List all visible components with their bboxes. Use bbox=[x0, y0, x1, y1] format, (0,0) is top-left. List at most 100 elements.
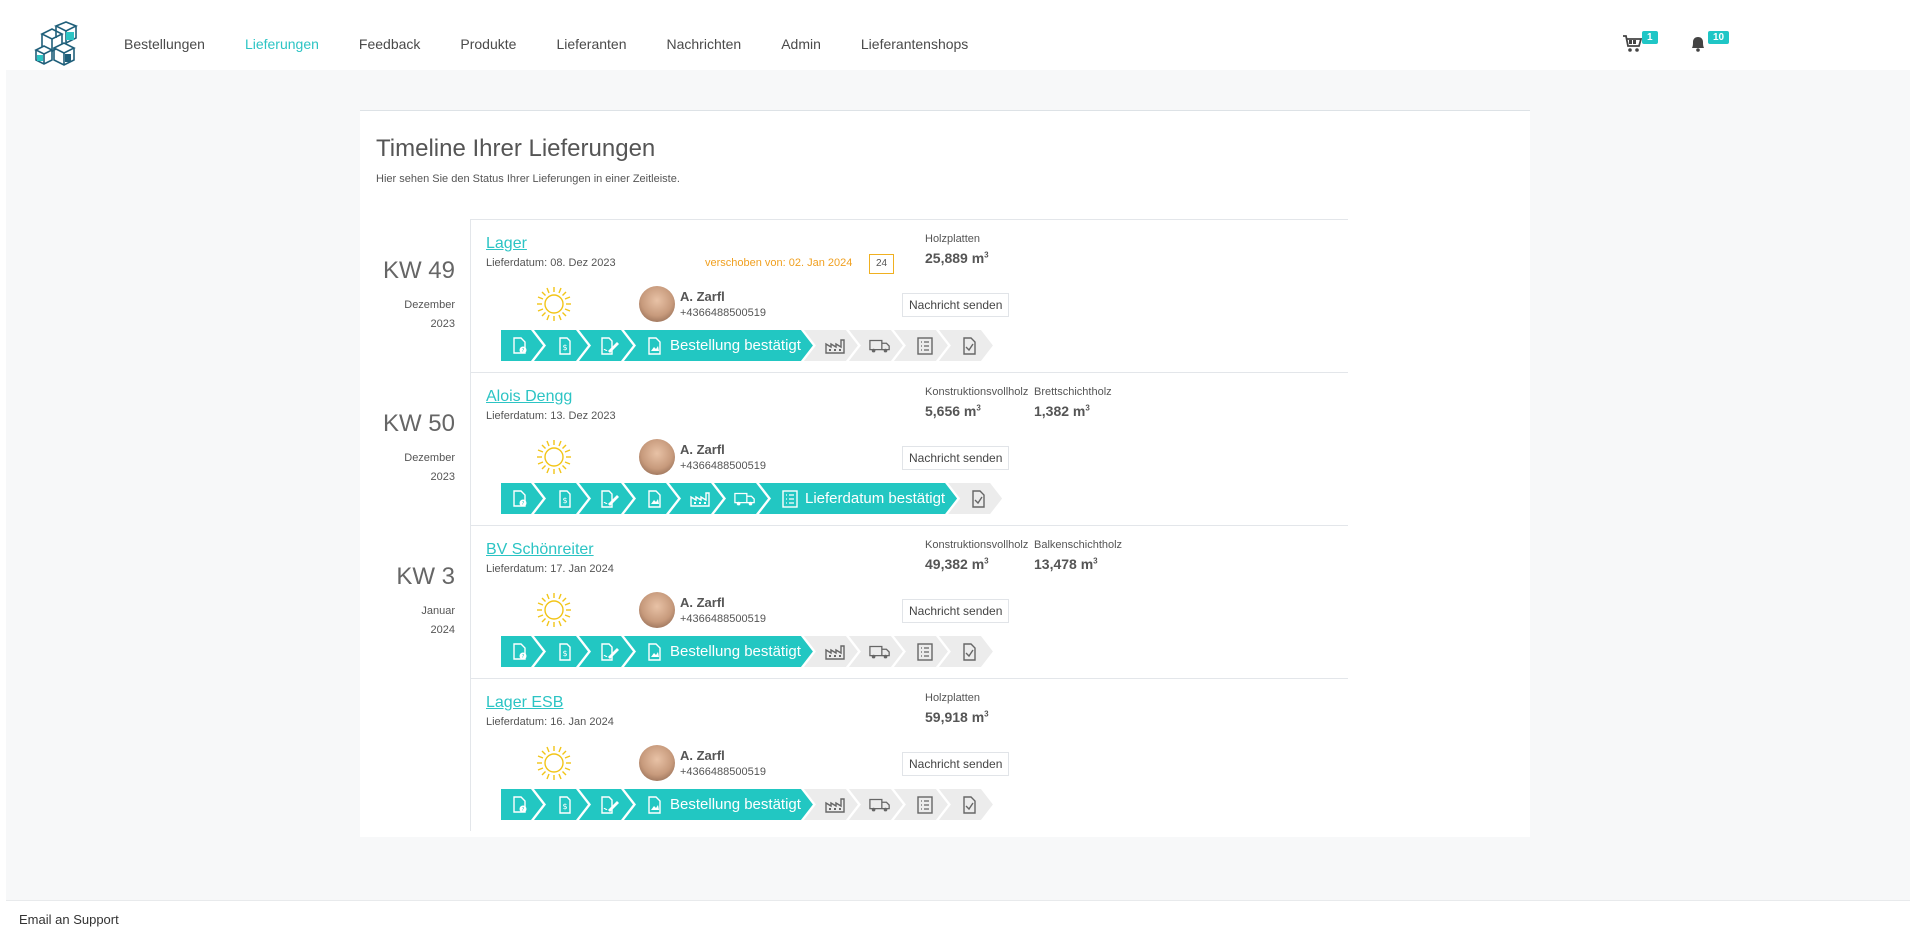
shift-week-badge: 24 bbox=[869, 254, 894, 274]
contact-name: A. Zarfl bbox=[680, 442, 725, 457]
product-volume: 13,478 m3 bbox=[1034, 556, 1098, 572]
product-name: Konstruktionsvollholz bbox=[925, 539, 1029, 551]
delivery-row: KW 50 Dezember 2023 Alois Dengg Lieferda… bbox=[360, 372, 1530, 525]
product-block: Balkenschichtholz 13,478 m3 bbox=[1034, 539, 1122, 572]
delivery-site-link[interactable]: Lager bbox=[486, 235, 527, 253]
document-check-icon bbox=[959, 642, 981, 662]
nav-lieferanten[interactable]: Lieferanten bbox=[556, 36, 626, 52]
factory-icon bbox=[824, 795, 846, 815]
timeline-panel: Timeline Ihrer Lieferungen Hier sehen Si… bbox=[360, 110, 1530, 837]
status-step[interactable]: Bestellung bestätigt bbox=[624, 636, 813, 667]
nav-produkte[interactable]: Produkte bbox=[460, 36, 516, 52]
product-volume: 5,656 m3 bbox=[925, 403, 981, 419]
calendar-week: KW 50 bbox=[382, 410, 455, 437]
main-nav: Bestellungen Lieferungen Feedback Produk… bbox=[124, 36, 1008, 52]
document-question-icon: ? bbox=[509, 336, 531, 356]
checklist-icon bbox=[914, 336, 936, 356]
document-sign-icon bbox=[599, 489, 621, 509]
svg-text:?: ? bbox=[522, 807, 525, 813]
sun-weather-icon bbox=[537, 287, 571, 321]
status-step[interactable]: Lieferdatum bestätigt bbox=[759, 483, 957, 514]
status-steps: ? $ Bestellung bestätigt bbox=[501, 636, 984, 667]
week-year: 2023 bbox=[430, 471, 455, 483]
status-step[interactable]: ? bbox=[501, 330, 543, 361]
status-steps: ? $ Lieferdatum bestätigt bbox=[501, 483, 993, 514]
delivery-date: Lieferdatum: 13. Dez 2023 bbox=[486, 410, 616, 422]
email-support-link[interactable]: Email an Support bbox=[19, 912, 119, 927]
document-price-icon: $ bbox=[554, 336, 576, 356]
delivery-row: KW 3 Januar 2024 BV Schönreiter Lieferda… bbox=[360, 525, 1530, 678]
status-step-label: Lieferdatum bestätigt bbox=[805, 490, 946, 507]
product-block: Konstruktionsvollholz 49,382 m3 bbox=[925, 539, 1028, 572]
avatar bbox=[639, 286, 675, 322]
nav-lieferungen[interactable]: Lieferungen bbox=[245, 36, 319, 52]
nav-feedback[interactable]: Feedback bbox=[359, 36, 420, 52]
product-volume: 25,889 m3 bbox=[925, 250, 989, 266]
svg-text:$: $ bbox=[562, 649, 567, 658]
cart-button[interactable]: 1 bbox=[1622, 31, 1658, 58]
document-image-icon bbox=[644, 795, 666, 815]
status-step-label: Bestellung bestätigt bbox=[670, 337, 801, 354]
page-subtitle: Hier sehen Sie den Status Ihrer Lieferun… bbox=[376, 173, 680, 185]
send-message-button[interactable]: Nachricht senden bbox=[902, 293, 1010, 317]
contact-phone: +4366488500519 bbox=[680, 307, 766, 319]
document-question-icon: ? bbox=[509, 642, 531, 662]
truck-icon bbox=[869, 795, 891, 815]
status-steps: ? $ Bestellung bestätigt bbox=[501, 330, 984, 361]
product-name: Brettschichtholz bbox=[1034, 386, 1112, 398]
svg-text:$: $ bbox=[562, 343, 567, 352]
row-divider bbox=[470, 525, 1348, 526]
notifications-button[interactable]: 10 bbox=[1688, 31, 1730, 58]
document-price-icon: $ bbox=[554, 489, 576, 509]
delivery-site-link[interactable]: Lager ESB bbox=[486, 694, 563, 712]
nav-bestellungen[interactable]: Bestellungen bbox=[124, 36, 205, 52]
status-step[interactable]: ? bbox=[501, 483, 543, 514]
document-price-icon: $ bbox=[554, 642, 576, 662]
status-step[interactable]: Bestellung bestätigt bbox=[624, 789, 813, 820]
document-image-icon bbox=[644, 642, 666, 662]
document-price-icon: $ bbox=[554, 795, 576, 815]
delivery-site-link[interactable]: Alois Dengg bbox=[486, 388, 572, 406]
product-name: Holzplatten bbox=[925, 692, 981, 704]
svg-text:?: ? bbox=[522, 654, 525, 660]
avatar bbox=[639, 439, 675, 475]
cart-icon bbox=[1623, 35, 1643, 52]
svg-text:?: ? bbox=[522, 501, 525, 507]
document-image-icon bbox=[644, 489, 666, 509]
sun-weather-icon bbox=[537, 746, 571, 780]
svg-text:$: $ bbox=[562, 802, 567, 811]
nav-lieferantenshops[interactable]: Lieferantenshops bbox=[861, 36, 968, 52]
contact-name: A. Zarfl bbox=[680, 748, 725, 763]
delivery-row: KW 49 Dezember 2023 Lager Lieferdatum: 0… bbox=[360, 219, 1530, 372]
contact-phone: +4366488500519 bbox=[680, 766, 766, 778]
status-step[interactable]: ? bbox=[501, 789, 543, 820]
week-month: Dezember bbox=[404, 452, 455, 464]
status-step[interactable]: ? bbox=[501, 636, 543, 667]
nav-nachrichten[interactable]: Nachrichten bbox=[667, 36, 742, 52]
avatar bbox=[639, 592, 675, 628]
truck-icon bbox=[869, 336, 891, 356]
delivery-site-link[interactable]: BV Schönreiter bbox=[486, 541, 594, 559]
document-question-icon: ? bbox=[509, 795, 531, 815]
delivery-date: Lieferdatum: 16. Jan 2024 bbox=[486, 716, 614, 728]
status-step-label: Bestellung bestätigt bbox=[670, 643, 801, 660]
send-message-button[interactable]: Nachricht senden bbox=[902, 599, 1010, 623]
factory-icon bbox=[824, 642, 846, 662]
checklist-icon bbox=[914, 795, 936, 815]
send-message-button[interactable]: Nachricht senden bbox=[902, 446, 1010, 470]
product-block: Holzplatten 59,918 m3 bbox=[925, 692, 989, 725]
status-step[interactable]: Bestellung bestätigt bbox=[624, 330, 813, 361]
calendar-week: KW 3 bbox=[396, 563, 455, 590]
product-volume: 1,382 m3 bbox=[1034, 403, 1090, 419]
checklist-icon bbox=[779, 489, 801, 509]
contact-name: A. Zarfl bbox=[680, 595, 725, 610]
week-year: 2023 bbox=[430, 318, 455, 330]
footer-divider bbox=[6, 900, 1910, 901]
checklist-icon bbox=[914, 642, 936, 662]
document-sign-icon bbox=[599, 642, 621, 662]
nav-admin[interactable]: Admin bbox=[781, 36, 821, 52]
shifted-from-note: verschoben von: 02. Jan 2024 bbox=[705, 257, 853, 269]
company-logo[interactable] bbox=[34, 20, 80, 68]
status-steps: ? $ Bestellung bestätigt bbox=[501, 789, 984, 820]
send-message-button[interactable]: Nachricht senden bbox=[902, 752, 1010, 776]
